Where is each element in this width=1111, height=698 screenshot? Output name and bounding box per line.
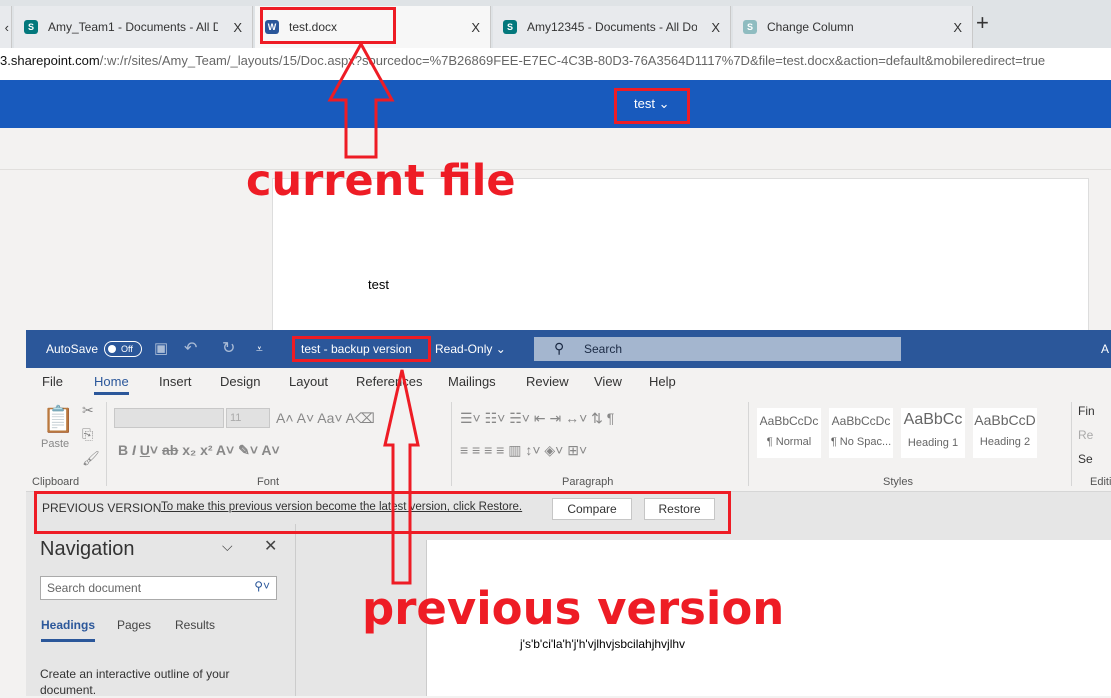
annotation-current-file: current file [246,156,516,206]
arrow-up-previous [383,369,420,585]
annotation-previous-version: previous version [362,582,785,635]
arrow-up-current [327,40,395,159]
